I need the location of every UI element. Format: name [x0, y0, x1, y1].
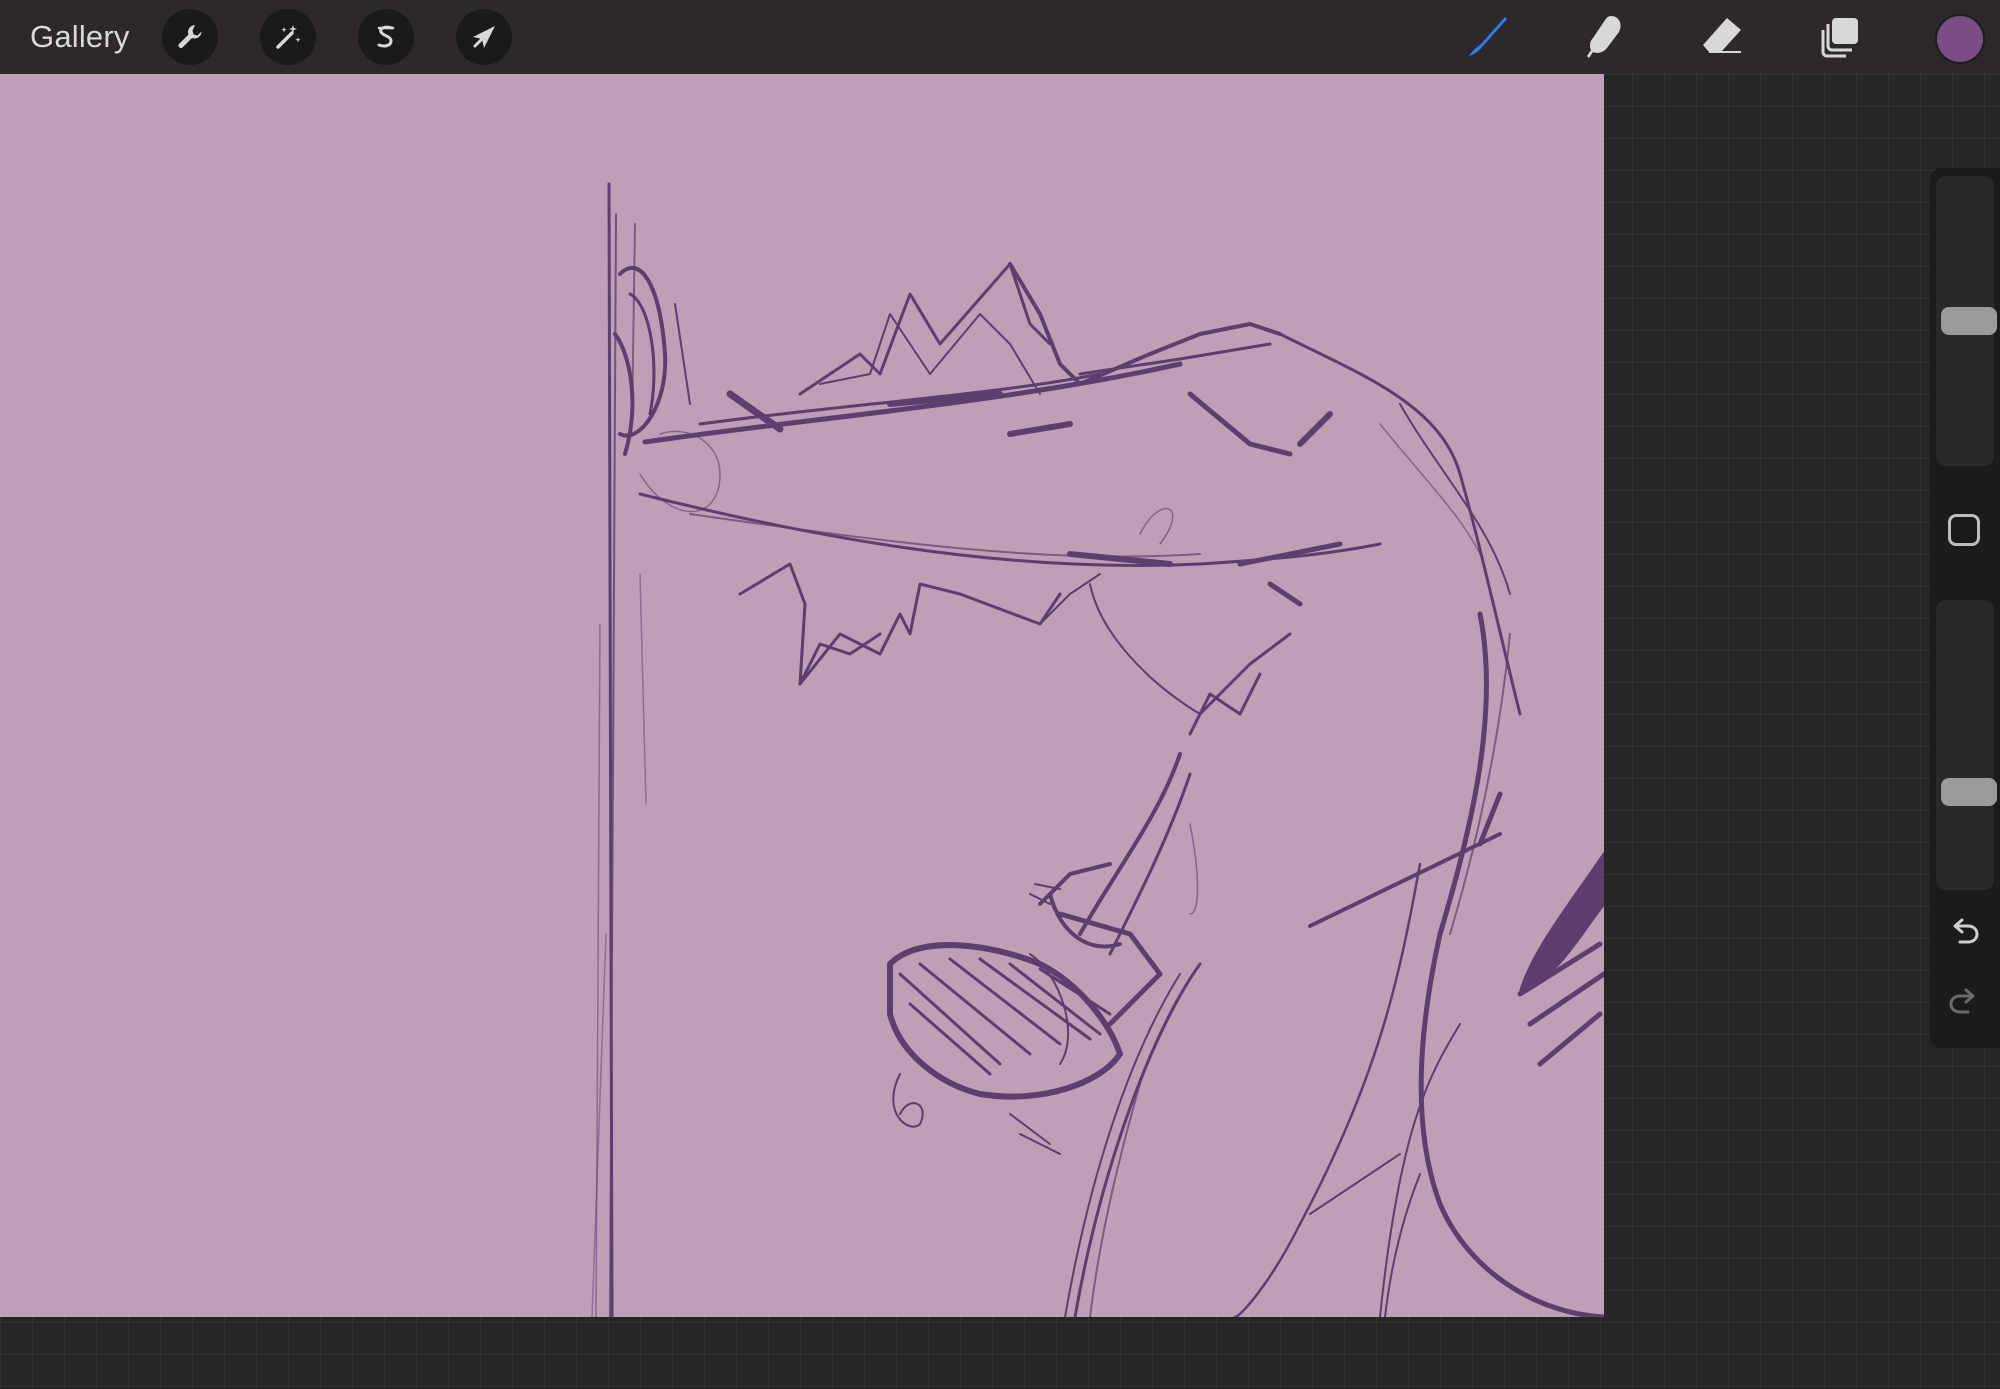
- actions-button[interactable]: [162, 9, 218, 65]
- top-toolbar: Gallery: [0, 0, 2000, 74]
- color-swatch[interactable]: [1935, 14, 1985, 64]
- brush-size-slider[interactable]: [1936, 176, 1997, 466]
- layers-icon: [1821, 18, 1858, 58]
- right-sidebar: [1930, 168, 2000, 1048]
- selection-button[interactable]: [358, 9, 414, 65]
- artboard[interactable]: [0, 74, 1604, 1317]
- sketch-drawing[interactable]: [0, 74, 1604, 1317]
- eraser-button[interactable]: [1694, 9, 1750, 65]
- transform-button[interactable]: [456, 9, 512, 65]
- undo-icon[interactable]: [1944, 912, 1984, 952]
- selection-s-icon: [377, 25, 395, 48]
- arrow-cursor-icon: [473, 26, 495, 48]
- brush-button[interactable]: [1458, 9, 1514, 65]
- smudge-button[interactable]: [1576, 9, 1632, 65]
- smudge-finger-icon: [1587, 16, 1621, 58]
- eraser-icon: [1703, 18, 1741, 53]
- gallery-button[interactable]: Gallery: [30, 17, 130, 57]
- redo-icon[interactable]: [1944, 982, 1984, 1022]
- square-modifier-icon[interactable]: [1948, 514, 1980, 546]
- brush-icon: [1469, 17, 1507, 56]
- layers-button[interactable]: [1813, 9, 1869, 65]
- brush-opacity-thumb[interactable]: [1941, 778, 1997, 806]
- adjustments-button[interactable]: [260, 9, 316, 65]
- wrench-icon: [178, 25, 202, 48]
- brush-size-thumb[interactable]: [1941, 307, 1997, 335]
- brush-opacity-slider[interactable]: [1936, 600, 1997, 890]
- magic-wand-icon: [276, 25, 301, 49]
